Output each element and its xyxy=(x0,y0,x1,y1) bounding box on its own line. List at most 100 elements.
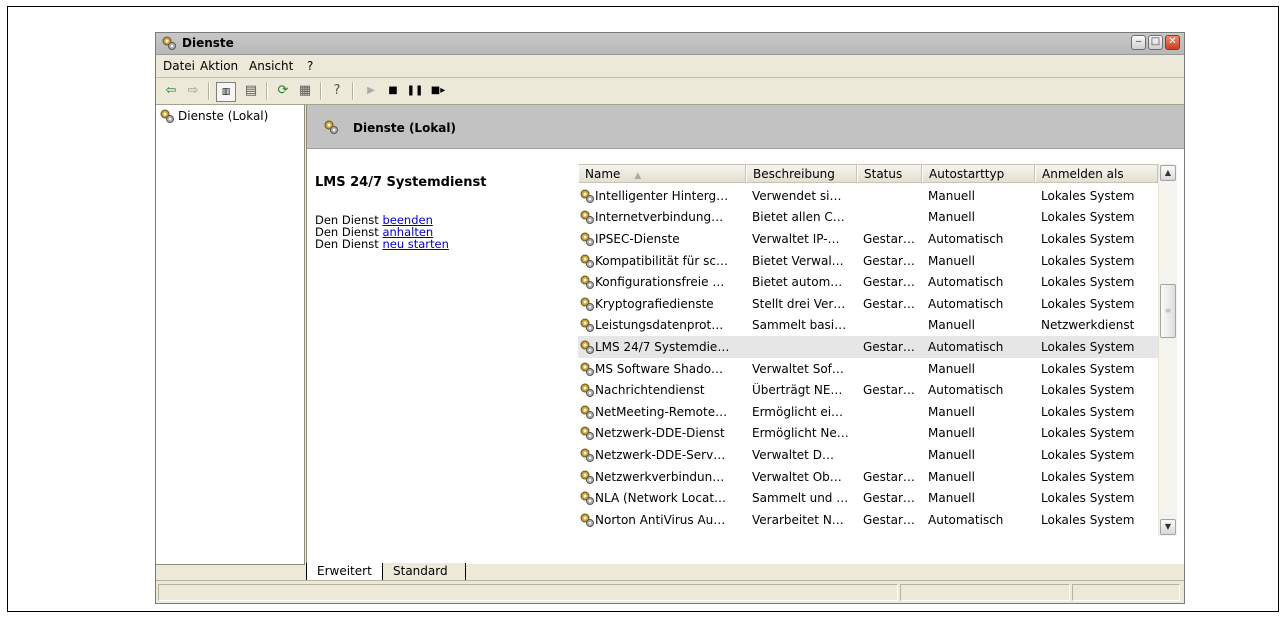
service-logon-as: Lokales System xyxy=(1041,339,1135,354)
service-name: Kompatibilität für sc… xyxy=(595,253,728,268)
service-gear-icon xyxy=(579,209,595,225)
back-arrow-icon[interactable]: ⇦ xyxy=(162,82,180,100)
restart-service-link[interactable]: neu starten xyxy=(382,237,448,251)
service-description: Sammelt basi… xyxy=(752,318,847,333)
tree-item-label: Dienste (Lokal) xyxy=(178,109,269,123)
service-startup-type: Manuell xyxy=(928,210,975,225)
service-name: Netzwerk-DDE-Dienst xyxy=(595,426,725,441)
tree-pane: Dienste (Lokal) xyxy=(156,105,305,565)
service-name: Kryptografiedienste xyxy=(595,296,714,311)
toolbar: ⇦ ⇨ ▥ ▤ ⟳ ▦ ? ▶ ■ ❚❚ ■▸ xyxy=(156,78,1184,105)
service-name: IPSEC-Dienste xyxy=(595,231,680,246)
column-header-startup-type[interactable]: Autostarttyp xyxy=(922,164,1035,183)
service-description: Überträgt NE… xyxy=(752,383,843,398)
service-row[interactable]: Konfigurationsfreie … Bietet autom… Gestar… xyxy=(578,271,1158,293)
service-description: Verwaltet Ob… xyxy=(752,469,842,484)
menu-aktion[interactable]: Aktion xyxy=(200,59,238,73)
service-name: NetMeeting-Remote… xyxy=(595,404,728,419)
service-row[interactable]: Intelligenter Hinterg… Verwendet si… Manue… xyxy=(578,185,1158,207)
service-gear-icon xyxy=(579,274,595,290)
service-row[interactable]: Kompatibilität für sc… Bietet Verwal… Gest… xyxy=(578,250,1158,272)
forward-arrow-icon[interactable]: ⇨ xyxy=(184,82,202,100)
service-row[interactable]: Internetverbindung… Bietet allen C… Manuel… xyxy=(578,207,1158,229)
service-name: Leistungsdatenprot… xyxy=(595,318,724,333)
service-gear-icon xyxy=(579,382,595,398)
service-status: Gestar… xyxy=(863,491,915,506)
service-logon-as: Lokales System xyxy=(1041,253,1135,268)
title-bar[interactable]: Dienste ‒ □ ✕ xyxy=(156,33,1184,55)
service-gear-icon xyxy=(579,512,595,528)
service-startup-type: Manuell xyxy=(928,318,975,333)
list-header: Name ▲ Beschreibung Status Autostarttyp A… xyxy=(578,164,1158,183)
service-row[interactable]: Netzwerkverbindun… Verwaltet Ob… Gestar… Ma… xyxy=(578,466,1158,488)
start-service-icon[interactable]: ▶ xyxy=(362,82,380,100)
service-status: Gestar… xyxy=(863,275,915,290)
service-startup-type: Automatisch xyxy=(928,383,1004,398)
service-name: Netzwerk-DDE-Serv… xyxy=(595,447,726,462)
scroll-down-button[interactable]: ▼ xyxy=(1160,519,1176,535)
pause-service-icon[interactable]: ❚❚ xyxy=(406,82,424,100)
service-row[interactable]: Nachrichtendienst Überträgt NE… Gestar… Aut… xyxy=(578,379,1158,401)
tree-item-services-local[interactable]: Dienste (Lokal) xyxy=(159,108,268,124)
service-gear-icon xyxy=(579,404,595,420)
service-gear-icon xyxy=(579,339,595,355)
service-logon-as: Lokales System xyxy=(1041,491,1135,506)
close-button[interactable]: ✕ xyxy=(1165,35,1180,50)
column-header-status[interactable]: Status xyxy=(857,164,922,183)
service-name: Intelligenter Hinterg… xyxy=(595,188,729,203)
service-gear-icon xyxy=(579,425,595,441)
properties-icon[interactable]: ▤ xyxy=(242,82,260,100)
stop-service-icon[interactable]: ■ xyxy=(384,82,402,100)
column-header-name[interactable]: Name ▲ xyxy=(578,164,746,183)
tab-erweitert[interactable]: Erweitert xyxy=(306,563,384,581)
sort-ascending-icon: ▲ xyxy=(634,171,642,181)
maximize-button[interactable]: □ xyxy=(1148,35,1163,50)
menu-ansicht[interactable]: Ansicht xyxy=(249,59,293,73)
service-name: Internetverbindung… xyxy=(595,210,724,225)
service-name: Netzwerkverbindun… xyxy=(595,469,725,484)
minimize-button[interactable]: ‒ xyxy=(1131,35,1146,50)
service-gear-icon xyxy=(579,231,595,247)
pane-header: Dienste (Lokal) xyxy=(307,105,1184,149)
show-hide-tree-icon[interactable]: ▥ xyxy=(216,82,236,102)
scroll-up-button[interactable]: ▲ xyxy=(1160,165,1176,181)
service-row[interactable]: LMS 24/7 Systemdie… Gestar… Automatisch Lok… xyxy=(578,336,1158,358)
service-row[interactable]: NLA (Network Locat… Sammelt und … Gestar… M… xyxy=(578,487,1158,509)
service-row[interactable]: Kryptografiedienste Stellt drei Ver… Gesta… xyxy=(578,293,1158,315)
service-startup-type: Manuell xyxy=(928,253,975,268)
service-logon-as: Lokales System xyxy=(1041,383,1135,398)
service-row[interactable]: Norton AntiVirus Au… Verarbeitet N… Gestar… xyxy=(578,509,1158,531)
service-row[interactable]: Leistungsdatenprot… Sammelt basi… Manuell N… xyxy=(578,315,1158,337)
service-logon-as: Lokales System xyxy=(1041,447,1135,462)
service-status: Gestar… xyxy=(863,469,915,484)
service-description: Verarbeitet N… xyxy=(752,512,844,527)
service-description: Ermöglicht ei… xyxy=(752,404,844,419)
service-description: Stellt drei Ver… xyxy=(752,296,846,311)
restart-service-icon[interactable]: ■▸ xyxy=(429,82,447,100)
services-list: Name ▲ Beschreibung Status Autostarttyp A… xyxy=(578,164,1158,554)
service-gear-icon xyxy=(579,188,595,204)
service-startup-type: Manuell xyxy=(928,361,975,376)
export-list-icon[interactable]: ▦ xyxy=(296,82,314,100)
service-row[interactable]: NetMeeting-Remote… Ermöglicht ei… Manuell L… xyxy=(578,401,1158,423)
service-row[interactable]: MS Software Shado… Verwaltet Sof… Manuell L… xyxy=(578,358,1158,380)
refresh-icon[interactable]: ⟳ xyxy=(274,82,292,100)
menu-bar: Datei Aktion Ansicht ? xyxy=(156,55,1184,78)
tab-standard[interactable]: Standard xyxy=(382,563,466,581)
service-logon-as: Lokales System xyxy=(1041,512,1135,527)
service-description: Bietet allen C… xyxy=(752,210,845,225)
extended-info-panel: LMS 24/7 Systemdienst Den Dienst beenden… xyxy=(315,163,565,250)
service-logon-as: Lokales System xyxy=(1041,210,1135,225)
column-header-description[interactable]: Beschreibung xyxy=(746,164,857,183)
column-header-logon-as[interactable]: Anmelden als xyxy=(1035,164,1158,183)
vertical-scrollbar[interactable]: ▲ ≡ ▼ xyxy=(1158,164,1177,536)
service-row[interactable]: IPSEC-Dienste Verwaltet IP-… Gestar… Automa… xyxy=(578,228,1158,250)
service-logon-as: Lokales System xyxy=(1041,188,1135,203)
service-row[interactable]: Netzwerk-DDE-Serv… Verwaltet D… Manuell Lok… xyxy=(578,444,1158,466)
service-row[interactable]: Netzwerk-DDE-Dienst Ermöglicht Ne… Manuell… xyxy=(578,423,1158,445)
service-description: Verwaltet IP-… xyxy=(752,231,840,246)
menu-help[interactable]: ? xyxy=(307,59,313,73)
help-icon[interactable]: ? xyxy=(328,82,346,100)
scroll-thumb[interactable]: ≡ xyxy=(1160,284,1176,338)
menu-datei[interactable]: Datei xyxy=(163,59,195,73)
